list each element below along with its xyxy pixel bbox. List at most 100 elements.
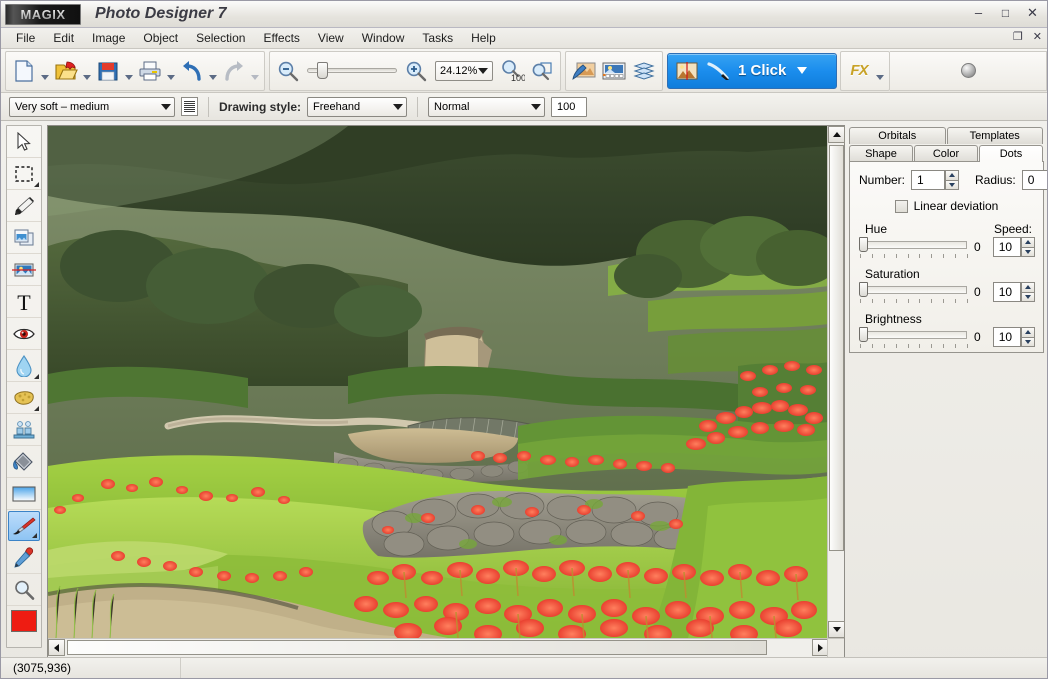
- tool-select[interactable]: [7, 158, 41, 190]
- saturation-slider[interactable]: [859, 281, 967, 298]
- brightness-speed-spin-buttons[interactable]: [1020, 327, 1035, 347]
- zoom-out-button[interactable]: [273, 54, 303, 88]
- saturation-speed-stepper[interactable]: 10: [992, 282, 1035, 302]
- print-document-caret[interactable]: [165, 54, 177, 88]
- minimize-icon[interactable]: –: [970, 4, 987, 21]
- chevron-down-icon[interactable]: [797, 67, 808, 74]
- tool-expand-corner-icon[interactable]: [32, 533, 37, 538]
- saturation-speed-decrement-button[interactable]: [1020, 291, 1035, 302]
- save-document-button[interactable]: [93, 54, 123, 88]
- brightness-speed-stepper[interactable]: 10: [992, 327, 1035, 347]
- radius-stepper[interactable]: 0: [1021, 170, 1047, 190]
- brightness-slider-thumb[interactable]: [859, 327, 868, 342]
- opacity-input[interactable]: 100: [551, 96, 588, 117]
- tool-clone[interactable]: [7, 222, 41, 254]
- brightness-slider[interactable]: [859, 326, 967, 343]
- foreground-color-swatch[interactable]: [11, 610, 37, 632]
- number-input[interactable]: 1: [911, 170, 946, 190]
- tool-crop[interactable]: [7, 254, 41, 286]
- tool-expand-corner-icon[interactable]: [34, 182, 39, 187]
- tool-expand-corner-icon[interactable]: [34, 374, 39, 379]
- tool-brush[interactable]: [8, 511, 40, 541]
- close-icon[interactable]: ✕: [1024, 4, 1041, 21]
- document-canvas[interactable]: [47, 125, 845, 658]
- edit-mode-button[interactable]: [569, 54, 599, 88]
- layers-button[interactable]: [629, 54, 659, 88]
- tool-text[interactable]: T: [7, 286, 41, 318]
- chevron-down-icon[interactable]: [393, 103, 404, 110]
- horizontal-scroll-thumb[interactable]: [67, 640, 767, 655]
- redo-button[interactable]: [219, 54, 249, 88]
- fx-caret[interactable]: [874, 54, 886, 88]
- chevron-down-icon[interactable]: [478, 67, 488, 74]
- saturation-speed-increment-button[interactable]: [1020, 282, 1035, 292]
- chevron-down-icon[interactable]: [531, 103, 542, 110]
- menu-item-help[interactable]: Help: [462, 29, 505, 47]
- linear-deviation-row[interactable]: Linear deviation: [859, 199, 1034, 213]
- radius-input[interactable]: 0: [1021, 170, 1047, 190]
- brightness-speed-increment-button[interactable]: [1020, 327, 1035, 337]
- redo-caret[interactable]: [249, 54, 261, 88]
- canvas-horizontal-scrollbar[interactable]: [48, 638, 829, 657]
- number-decrement-button[interactable]: [945, 179, 960, 190]
- canvas-vertical-scrollbar[interactable]: [827, 126, 845, 638]
- tab-shape[interactable]: Shape: [849, 145, 913, 162]
- tool-expand-corner-icon[interactable]: [34, 406, 39, 411]
- linear-deviation-checkbox[interactable]: [894, 199, 908, 213]
- tab-orbitals[interactable]: Orbitals: [849, 127, 946, 144]
- zoom-100-button[interactable]: 100: [497, 54, 527, 88]
- saturation-slider-thumb[interactable]: [859, 282, 868, 297]
- one-click-button[interactable]: 1 Click: [667, 52, 837, 89]
- menu-item-file[interactable]: File: [7, 29, 44, 47]
- zoom-in-button[interactable]: [401, 54, 431, 88]
- tool-blur[interactable]: [7, 350, 41, 382]
- vertical-scroll-thumb[interactable]: [829, 145, 844, 551]
- tool-sponge[interactable]: [7, 382, 41, 414]
- scroll-up-button[interactable]: [828, 126, 845, 143]
- tool-pencil[interactable]: [7, 190, 41, 222]
- hue-speed-input[interactable]: 10: [992, 237, 1021, 257]
- brightness-speed-input[interactable]: 10: [992, 327, 1021, 347]
- open-document-caret[interactable]: [81, 54, 93, 88]
- hue-speed-decrement-button[interactable]: [1020, 246, 1035, 257]
- menu-item-object[interactable]: Object: [134, 29, 187, 47]
- new-document-button[interactable]: [9, 54, 39, 88]
- menu-item-edit[interactable]: Edit: [44, 29, 83, 47]
- undo-button[interactable]: [177, 54, 207, 88]
- menu-item-effects[interactable]: Effects: [254, 29, 308, 47]
- brush-preset-combobox[interactable]: Very soft – medium: [9, 96, 175, 117]
- hue-slider-thumb[interactable]: [859, 237, 868, 252]
- zoom-fit-button[interactable]: [527, 54, 557, 88]
- tab-templates[interactable]: Templates: [946, 127, 1043, 144]
- open-document-button[interactable]: [51, 54, 81, 88]
- save-document-caret[interactable]: [123, 54, 135, 88]
- print-document-button[interactable]: [135, 54, 165, 88]
- hue-slider[interactable]: [859, 236, 967, 253]
- tool-pointer[interactable]: [7, 126, 41, 158]
- menu-item-tasks[interactable]: Tasks: [413, 29, 462, 47]
- chevron-down-icon[interactable]: [161, 103, 171, 110]
- maximize-icon[interactable]: □: [997, 4, 1014, 21]
- tab-color[interactable]: Color: [914, 145, 978, 162]
- fx-button[interactable]: FX: [844, 54, 874, 88]
- menu-item-window[interactable]: Window: [353, 29, 414, 47]
- tool-redeye[interactable]: [7, 318, 41, 350]
- brightness-speed-decrement-button[interactable]: [1020, 336, 1035, 347]
- tool-zoom[interactable]: [7, 574, 41, 606]
- document-restore-icon[interactable]: ❐: [1013, 30, 1023, 43]
- menu-item-image[interactable]: Image: [83, 29, 134, 47]
- undo-caret[interactable]: [207, 54, 219, 88]
- menu-item-selection[interactable]: Selection: [187, 29, 254, 47]
- tool-clone-figures[interactable]: [7, 414, 41, 446]
- number-spin-buttons[interactable]: [945, 170, 960, 190]
- zoom-slider-thumb[interactable]: [317, 61, 328, 79]
- tab-dots[interactable]: Dots: [979, 145, 1043, 162]
- zoom-level-combobox[interactable]: 24.12%: [435, 60, 493, 81]
- document-close-icon[interactable]: ✕: [1033, 30, 1042, 43]
- hue-speed-increment-button[interactable]: [1020, 237, 1035, 247]
- hue-speed-stepper[interactable]: 10: [992, 237, 1035, 257]
- drawing-style-combobox[interactable]: Freehand: [307, 96, 408, 117]
- number-increment-button[interactable]: [945, 170, 960, 180]
- tool-eyedropper[interactable]: [7, 542, 41, 574]
- tool-gradient[interactable]: [7, 478, 41, 510]
